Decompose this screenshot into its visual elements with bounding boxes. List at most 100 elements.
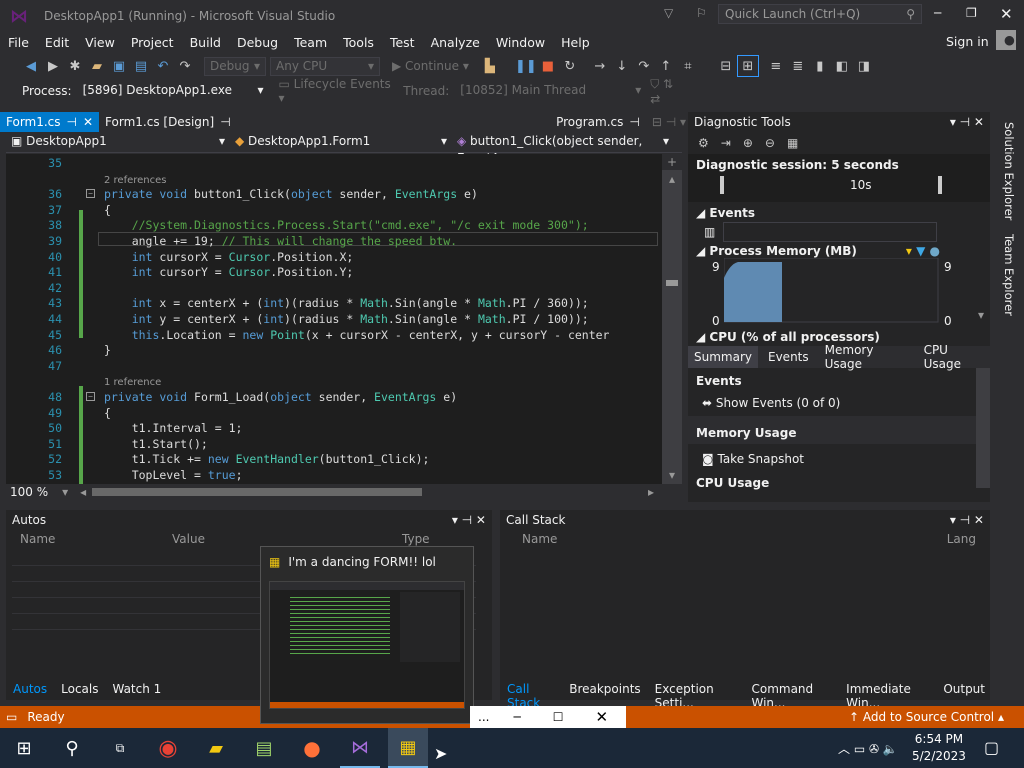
scroll-thumb[interactable] [666,280,678,286]
save-all-icon[interactable]: ▤ [130,55,152,77]
menu-team[interactable]: Team [286,35,335,50]
stack-frame-icon[interactable]: ⛉ ⇅ ⇄ [650,77,686,106]
restart-icon[interactable]: ↻ [559,55,581,77]
split-icon[interactable]: + [662,154,682,170]
taskbar-thumbnail-preview[interactable]: ▦ I'm a dancing FORM!! lol [260,546,474,724]
clock[interactable]: 6:54 PM 5/2/2023 [912,731,966,765]
summary-scrollbar[interactable] [976,368,990,488]
events-section-header[interactable]: ◢ Events [688,206,990,220]
new-project-icon[interactable]: ✱ [64,55,86,77]
notepad-icon[interactable]: ▤ [244,728,284,768]
menu-help[interactable]: Help [553,35,598,50]
windows-start-icon[interactable]: ⊞ [4,728,44,768]
project-dropdown[interactable]: ▣ DesktopApp1 ▾ [6,133,230,152]
menu-test[interactable]: Test [382,35,423,50]
bookmark-icon[interactable]: ▮ [809,55,831,77]
open-file-icon[interactable]: ▰ [86,55,108,77]
comment-icon[interactable]: ⊟ [715,55,737,77]
codelens-references[interactable]: 2 references [104,172,167,186]
select-tools-icon[interactable]: ⇥ [721,136,731,150]
sign-in-link[interactable]: Sign in [938,34,997,49]
timeline-start-handle[interactable] [720,176,724,194]
uncomment-icon[interactable]: ⊞ [736,55,759,77]
zoom-in-icon[interactable]: ⊕ [743,136,753,150]
tab-memory-usage[interactable]: Memory Usage [819,343,914,371]
thread-dropdown[interactable]: [10852] Main Thread ▾ [455,81,647,101]
menu-build[interactable]: Build [182,35,229,50]
restore-button[interactable]: ❐ [966,6,977,20]
break-all-icon[interactable]: ❚❚ [515,55,537,77]
account-avatar-icon[interactable]: ● [996,30,1016,50]
pin-icon[interactable]: ⊣ [220,113,230,132]
cpu-section-header[interactable]: ◢ CPU (% of all processors) [688,330,990,344]
notification-center-icon[interactable]: ▢ [984,738,999,757]
tab-locals[interactable]: Locals [56,682,103,696]
scroll-left-icon[interactable]: ◂ [80,485,86,499]
close-icon[interactable]: ✕ [83,113,93,132]
col-value[interactable]: Value [172,532,402,546]
scroll-down-icon[interactable]: ▾ [978,308,984,322]
firefox-icon[interactable]: ● [292,728,332,768]
menu-tools[interactable]: Tools [335,35,382,50]
tab-cpu-usage[interactable]: CPU Usage [918,343,990,371]
preview-close-button[interactable]: ✕ [595,708,608,726]
continue-button[interactable]: ▶ Continue ▾ [392,59,469,73]
outdent-icon[interactable]: ≣ [787,55,809,77]
menu-file[interactable]: File [0,35,37,50]
zoom-dropdown-icon[interactable]: ▾ [62,485,68,499]
step-over-icon[interactable]: ↷ [633,55,655,77]
tab-form1-cs[interactable]: Form1.cs ⊣ ✕ [0,112,100,132]
close-button[interactable]: ✕ [1000,5,1013,23]
tab-events[interactable]: Events [762,350,815,364]
scroll-up-icon[interactable]: ▴ [662,172,682,186]
redo-icon[interactable]: ↷ [174,55,196,77]
forward-icon[interactable]: ▶ [42,55,64,77]
class-dropdown[interactable]: ◆ DesktopApp1.Form1 ▾ [230,133,452,152]
preview-maximize-button[interactable]: ☐ [553,710,564,724]
solution-explorer-tab[interactable]: Solution Explorer [1002,122,1016,220]
step-out-icon[interactable]: ↑ [655,55,677,77]
col-lang[interactable]: Lang [947,532,976,546]
menu-edit[interactable]: Edit [37,35,77,50]
next-bookmark-icon[interactable]: ◨ [853,55,875,77]
panel-controls-icon[interactable]: ▾ ⊣ ✕ [452,513,486,527]
pause-icon[interactable]: ▥ [704,225,715,239]
file-explorer-icon[interactable]: ▰ [196,728,236,768]
minimize-button[interactable]: ─ [934,6,941,20]
col-name[interactable]: Name [20,532,172,546]
platform-dropdown[interactable]: Any CPU ▾ [270,56,380,76]
chrome-icon[interactable]: ◉ [148,728,188,768]
team-explorer-tab[interactable]: Team Explorer [1002,234,1016,316]
search-icon[interactable]: ⚲ [52,728,92,768]
tab-overflow-icon[interactable]: ⊟ ⊣ ▾ [652,115,686,129]
system-tray-icons[interactable]: ︿ ▭ ✇ 🔈 [838,740,898,757]
scroll-right-icon[interactable]: ▸ [648,485,654,499]
tab-watch1[interactable]: Watch 1 [107,682,166,696]
panel-controls-icon[interactable]: ▾ ⊣ ✕ [950,115,984,129]
collapse-icon[interactable]: − [86,189,95,199]
menu-project[interactable]: Project [123,35,182,50]
member-dropdown[interactable]: ◈ button1_Click(object sender, EventA▾ [452,133,674,165]
process-dropdown[interactable]: [5896] DesktopApp1.exe ▾ [77,81,269,101]
process-memory-header[interactable]: ◢ Process Memory (MB) ▾ ▼ ● [688,244,990,258]
reset-zoom-icon[interactable]: ▦ [787,136,798,150]
pin-icon[interactable]: ⊣ [67,113,77,132]
save-icon[interactable]: ▣ [108,55,130,77]
hex-display-icon[interactable]: ⌗ [677,55,699,77]
menu-window[interactable]: Window [488,35,553,50]
menu-analyze[interactable]: Analyze [423,35,488,50]
prev-bookmark-icon[interactable]: ◧ [831,55,853,77]
menu-debug[interactable]: Debug [229,35,286,50]
menu-view[interactable]: View [77,35,123,50]
quick-launch-input[interactable]: Quick Launch (Ctrl+Q) ⚲ [718,4,922,24]
tab-summary[interactable]: Summary [688,346,758,368]
dancing-form-app-icon[interactable]: ▦ [388,728,428,768]
zoom-level[interactable]: 100 % [10,485,48,499]
panel-controls-icon[interactable]: ▾ ⊣ ✕ [950,513,984,527]
task-view-icon[interactable]: ⧉ [100,728,140,768]
config-dropdown[interactable]: Debug ▾ [204,56,266,76]
preview-minimize-button[interactable]: ─ [513,710,520,724]
pin-icon[interactable]: ⊣ [629,113,639,132]
tab-program-cs[interactable]: Program.cs ⊣ [550,112,646,132]
notification-filter-icon[interactable]: ▽ [664,6,673,20]
